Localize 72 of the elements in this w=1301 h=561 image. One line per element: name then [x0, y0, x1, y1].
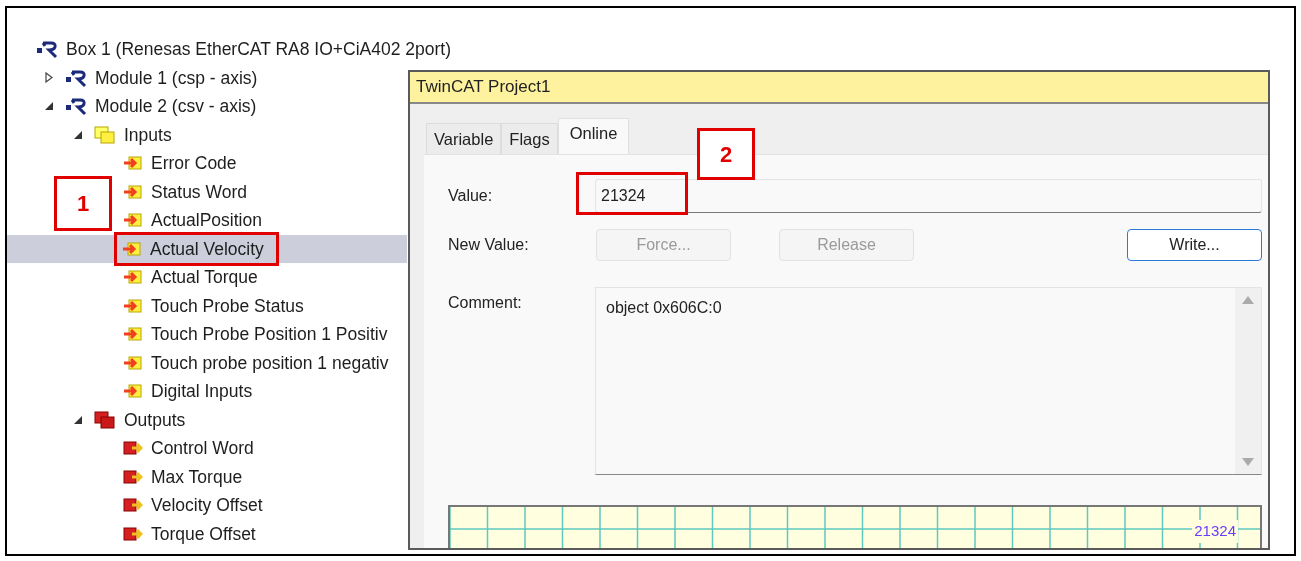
folder-stack-icon [94, 410, 116, 429]
input-variable-icon [122, 240, 142, 257]
tree-item[interactable]: Status Word [123, 177, 259, 206]
window-title: TwinCAT Project1 [410, 72, 1268, 104]
callout-label: 2 [697, 128, 755, 180]
field-label: New Value: [448, 235, 530, 255]
tree-item[interactable]: ActualPosition [123, 206, 274, 235]
field-label: Comment: [448, 293, 523, 313]
output-variable-icon [123, 525, 143, 542]
tree-item-label: Touch probe position 1 negativ [151, 351, 389, 375]
tree-item-label: Torque Offset [151, 522, 256, 546]
tree-item-label: ActualPosition [151, 209, 262, 233]
device-icon [36, 39, 58, 60]
tree-item[interactable]: Max Torque [123, 462, 255, 491]
field-label: Value: [448, 186, 494, 206]
tree-item-label: Max Torque [151, 465, 243, 489]
tree-item-label: Box 1 (Renesas EtherCAT RA8 IO+CiA402 2port) [66, 38, 452, 62]
expand-arrow-icon[interactable] [45, 72, 53, 84]
comment-text: object 0x606C:0 [605, 298, 723, 318]
output-variable-icon [123, 468, 143, 485]
comment-field[interactable]: object 0x606C:0 [595, 287, 1262, 475]
tree-item[interactable]: Touch Probe Position 1 Positiv [123, 320, 400, 349]
tree-item-label: Velocity Offset [151, 494, 263, 518]
tab[interactable]: Flags [501, 123, 558, 154]
tree-item-label: Touch Probe Position 1 Positiv [151, 323, 388, 347]
tree-item-label: Actual Velocity [150, 237, 264, 261]
tree-item[interactable]: Control Word [123, 434, 266, 463]
dialog-button[interactable]: Write... [1127, 229, 1262, 261]
folder-stack-icon [94, 125, 116, 144]
field-value: 21324 [600, 186, 646, 206]
tree-item[interactable]: Error Code [123, 149, 249, 178]
input-variable-icon [123, 297, 143, 314]
tree-item[interactable]: Outputs [65, 405, 198, 434]
input-variable-icon [123, 326, 143, 343]
output-variable-icon [123, 440, 143, 457]
input-variable-icon [123, 183, 143, 200]
tree-item-label: Inputs [124, 123, 172, 147]
tree-item[interactable]: Touch Probe Status [123, 291, 316, 320]
tree-item[interactable]: Module 2 (csv - axis) [36, 92, 269, 121]
tree-item[interactable]: Box 1 (Renesas EtherCAT RA8 IO+CiA402 2port) [36, 35, 464, 64]
tree-item-label: Error Code [151, 152, 237, 176]
collapse-arrow-icon[interactable] [74, 415, 82, 424]
device-icon [65, 96, 87, 117]
collapse-arrow-icon[interactable] [45, 102, 53, 111]
tab[interactable]: Online [557, 118, 630, 154]
tree-item[interactable]: Digital Inputs [123, 377, 265, 406]
tree-item[interactable]: Torque Offset [123, 519, 268, 548]
value-field[interactable]: 21324 [595, 179, 1262, 213]
tree-item-label: Module 1 (csp - axis) [95, 66, 258, 90]
tree-item-label: Status Word [151, 180, 247, 204]
output-variable-icon [123, 497, 143, 514]
input-variable-icon [123, 383, 143, 400]
tab[interactable]: Variable [426, 123, 502, 154]
tree-item-label: Outputs [124, 408, 186, 432]
plot-value-label: 21324 [1192, 520, 1238, 543]
callout-label: 1 [54, 176, 112, 231]
tree-item-label: Module 2 (csv - axis) [95, 95, 257, 119]
tree-item-label: Digital Inputs [151, 380, 253, 404]
tree-item[interactable]: Velocity Offset [123, 491, 275, 520]
input-variable-icon [123, 212, 143, 229]
input-variable-icon [123, 269, 143, 286]
tree-item[interactable]: Actual Velocity [7, 234, 407, 263]
collapse-arrow-icon[interactable] [74, 130, 82, 139]
tree-item[interactable]: Actual Torque [123, 263, 270, 292]
tree-item-label: Touch Probe Status [151, 294, 304, 318]
tree-item-label: Control Word [151, 437, 254, 461]
tree-item[interactable]: Touch probe position 1 negativ [123, 348, 401, 377]
input-variable-icon [123, 354, 143, 371]
input-variable-icon [123, 155, 143, 172]
tree-item[interactable]: Module 1 (csp - axis) [36, 63, 270, 92]
tree-item[interactable]: Inputs [65, 120, 184, 149]
tree-item-label: Actual Torque [151, 266, 258, 290]
